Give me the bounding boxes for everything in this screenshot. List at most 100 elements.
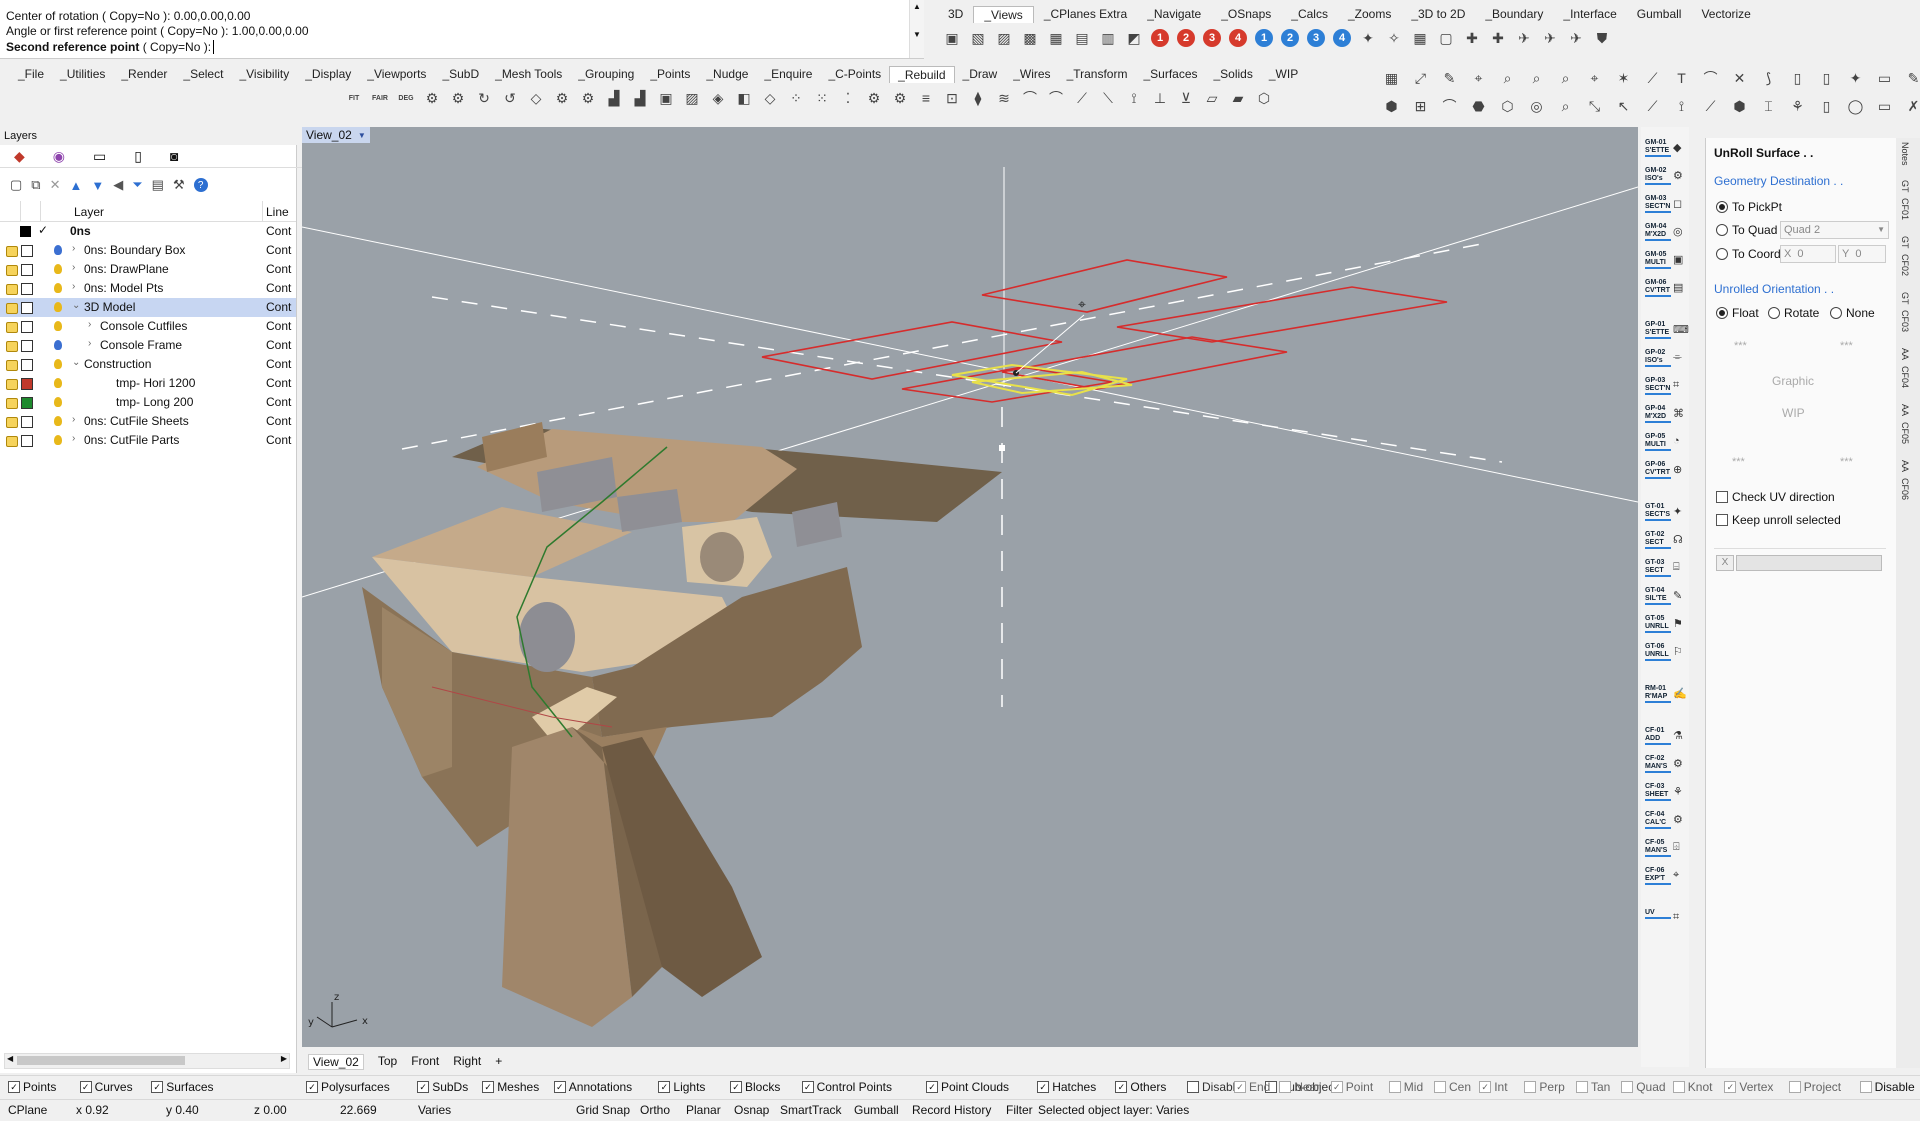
lock-icon[interactable] (6, 398, 18, 409)
tool-icon[interactable]: ⁚ (836, 86, 860, 110)
osnap-checkbox[interactable]: Near (1279, 1080, 1320, 1094)
side-tab[interactable]: CF03 (1900, 310, 1910, 332)
side-tab[interactable]: GT (1900, 180, 1910, 193)
custom-button[interactable]: GP-02 ISO's (1645, 349, 1671, 367)
chevron-right-icon[interactable]: › (88, 338, 91, 349)
layer-linetype[interactable]: Cont (266, 281, 291, 295)
main-tab[interactable]: _Select (175, 66, 231, 83)
custom-button-icon[interactable]: ▣ (1673, 253, 1687, 267)
main-tab[interactable]: _Wires (1005, 66, 1058, 83)
view-tool-icon[interactable]: ✈ (1538, 26, 1562, 50)
grid-snap-toggle[interactable]: Grid Snap (576, 1103, 630, 1117)
tool-icon[interactable]: ⌒ (1018, 86, 1042, 110)
rebuild-deg-icon[interactable]: DEG (394, 86, 418, 110)
view-tool-icon[interactable]: ✦ (1356, 26, 1380, 50)
tool-icon[interactable]: ⧫ (966, 86, 990, 110)
right-tool-icon[interactable]: ⌶ (1755, 94, 1782, 118)
right-tool-icon[interactable]: ⟋ (1697, 94, 1724, 118)
layer-row[interactable]: › Console Frame Cont (0, 336, 296, 355)
view-icon[interactable]: ▦ (1044, 26, 1068, 50)
custom-button-icon[interactable]: ⚘ (1673, 785, 1687, 799)
layer-name[interactable]: tmp- Hori 1200 (116, 376, 195, 390)
tool-icon[interactable]: ⚙ (420, 86, 444, 110)
layer-column-header[interactable]: Layer (74, 205, 104, 219)
custom-button[interactable]: GM-03 SECT'N (1645, 195, 1671, 213)
tool-icon[interactable]: ↺ (498, 86, 522, 110)
filter-checkbox[interactable]: ✓ Curves (79, 1080, 133, 1094)
right-tool-icon[interactable]: ⌖ (1581, 66, 1608, 90)
layer-row[interactable]: › 0ns: CutFile Sheets Cont (0, 412, 296, 431)
layer-row[interactable]: tmp- Hori 1200 Cont (0, 374, 296, 393)
view-icon[interactable]: ▣ (940, 26, 964, 50)
layer-linetype[interactable]: Cont (266, 357, 291, 371)
right-tool-icon[interactable]: ⬡ (1494, 94, 1521, 118)
custom-button-icon[interactable]: ⚙ (1673, 169, 1687, 183)
tool-icon[interactable]: ⟟ (1122, 86, 1146, 110)
custom-button[interactable]: CF-01 ADD (1645, 727, 1671, 745)
side-tab[interactable]: AA (1900, 460, 1910, 472)
osnap-checkbox[interactable]: Project (1788, 1080, 1841, 1094)
layer-color-swatch[interactable] (21, 378, 33, 390)
filter-checkbox[interactable]: ✓ Others (1115, 1080, 1166, 1094)
filter-toggle[interactable]: Filter (1006, 1103, 1033, 1117)
layers-tab-icon[interactable]: ◆ (14, 148, 25, 165)
tool-icon[interactable]: ◇ (758, 86, 782, 110)
bulb-icon[interactable] (54, 340, 62, 350)
to-pickpt-radio[interactable]: To PickPt (1716, 200, 1782, 214)
custom-button-icon[interactable]: ✍ (1673, 687, 1687, 701)
right-tool-icon[interactable]: ⌒ (1436, 94, 1463, 118)
custom-button[interactable]: GT-02 SECT (1645, 531, 1671, 549)
main-tab[interactable]: _Draw (955, 66, 1006, 83)
right-tool-icon[interactable]: ▯ (1784, 66, 1811, 90)
custom-button-icon[interactable]: ⚙ (1673, 757, 1687, 771)
right-tool-icon[interactable]: ▭ (1871, 94, 1898, 118)
custom-button[interactable]: CF-04 CAL'C (1645, 811, 1671, 829)
rebuild-fair-icon[interactable]: FAIR (368, 86, 392, 110)
unroll-text-field[interactable] (1736, 555, 1882, 571)
side-tab[interactable]: CF02 (1900, 254, 1910, 276)
viewport-tab[interactable]: + (495, 1054, 502, 1070)
osnap-checkbox[interactable]: ✓ End (1234, 1080, 1270, 1094)
view-tool-icon[interactable]: ✚ (1486, 26, 1510, 50)
layer-linetype[interactable]: Cont (266, 376, 291, 390)
tool-icon[interactable]: ⚙ (862, 86, 886, 110)
tool-icon[interactable]: ⚙ (446, 86, 470, 110)
layer-color-swatch[interactable] (21, 283, 33, 295)
main-tab[interactable]: _File (10, 66, 52, 83)
layer-row[interactable]: › 0ns: Boundary Box Cont (0, 241, 296, 260)
right-tool-icon[interactable]: ▭ (1871, 66, 1898, 90)
tool-icon[interactable]: ▟ (602, 86, 626, 110)
custom-button[interactable]: GP-03 SECT'N (1645, 377, 1671, 395)
osnap-checkbox[interactable]: Tan (1576, 1080, 1610, 1094)
custom-button-icon[interactable]: ◎ (1673, 225, 1687, 239)
layer-row[interactable]: › 0ns: CutFile Parts Cont (0, 431, 296, 450)
tool-icon[interactable]: ▱ (1200, 86, 1224, 110)
right-tool-icon[interactable]: ⊞ (1407, 94, 1434, 118)
filter-checkbox[interactable]: ✓ Annotations (553, 1080, 632, 1094)
view-number-icon[interactable]: 1 (1151, 29, 1169, 47)
delete-layer-icon[interactable]: ✕ (50, 177, 61, 193)
custom-button-icon[interactable]: ✎ (1673, 589, 1687, 603)
custom-button[interactable]: GM-05 MULTI (1645, 251, 1671, 269)
view-tool-icon[interactable]: ▢ (1434, 26, 1458, 50)
view-tool-icon[interactable]: ⛊ (1590, 26, 1614, 50)
layer-color-swatch[interactable] (21, 321, 33, 333)
custom-button[interactable]: GT-05 UNRLL (1645, 615, 1671, 633)
right-tool-icon[interactable]: ⟋ (1639, 94, 1666, 118)
gumball-toggle[interactable]: Gumball (854, 1103, 899, 1117)
view-number-icon[interactable]: 1 (1255, 29, 1273, 47)
right-tool-icon[interactable]: ⬢ (1726, 94, 1753, 118)
top-tab[interactable]: _Views (973, 6, 1034, 23)
layer-name[interactable]: 0ns: Boundary Box (84, 243, 185, 257)
tool-icon[interactable]: ⟋ (1070, 86, 1094, 110)
chevron-right-icon[interactable]: › (72, 281, 75, 292)
main-tab[interactable]: _Display (297, 66, 359, 83)
bulb-icon[interactable] (54, 435, 62, 445)
tool-icon[interactable]: ⊡ (940, 86, 964, 110)
custom-button[interactable]: GM-06 CV'TRT (1645, 279, 1671, 297)
right-tool-icon[interactable]: ▯ (1813, 66, 1840, 90)
custom-button-icon[interactable]: ⚐ (1673, 645, 1687, 659)
right-tool-icon[interactable]: ✕ (1726, 66, 1753, 90)
lock-icon[interactable] (6, 360, 18, 371)
lock-icon[interactable] (6, 265, 18, 276)
